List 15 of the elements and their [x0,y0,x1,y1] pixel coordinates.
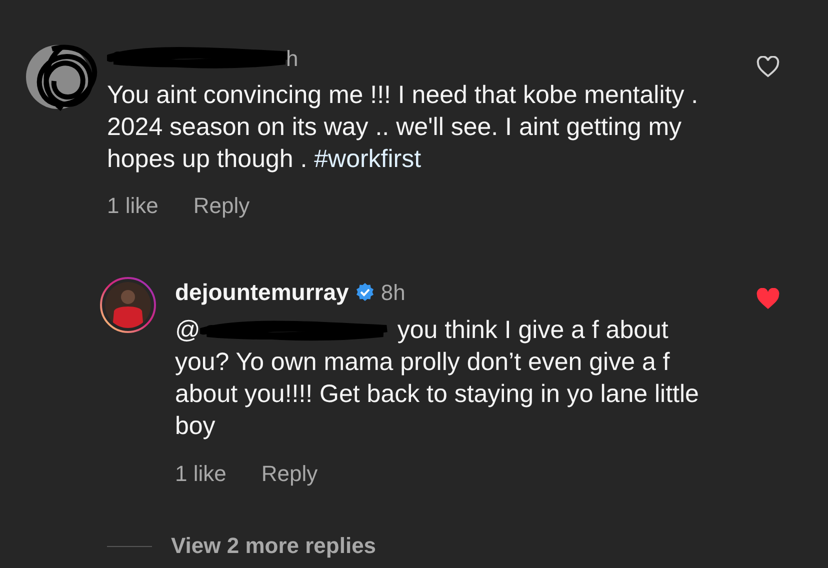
reply-button[interactable]: Reply [261,461,318,487]
view-more-replies-button[interactable]: View 2 more replies [171,533,376,559]
comment-time: h [286,44,298,72]
reply-text: @ you think I give a f about you? Yo own mama prolly don’t even give a f about you!!!! Get back to staying in yo lane little boy [175,315,700,442]
comment-text: You aint convincing me !!! I need that kobe mentality . 2024 season on its way .. we'll see. I aint getting my hopes up though . #workfirst [107,80,700,175]
hashtag-link[interactable]: #workfirst [314,145,422,173]
like-count[interactable]: 1 like [175,461,226,487]
avatar[interactable] [100,277,156,333]
heart-icon[interactable] [756,56,780,78]
username[interactable]: dejountemurray [175,274,349,310]
mention-link[interactable]: @ [175,316,200,344]
heart-icon[interactable] [756,288,780,310]
reply-time: 8h [380,278,406,306]
like-count[interactable]: 1 like [107,193,158,219]
reply-button[interactable]: Reply [193,193,250,219]
